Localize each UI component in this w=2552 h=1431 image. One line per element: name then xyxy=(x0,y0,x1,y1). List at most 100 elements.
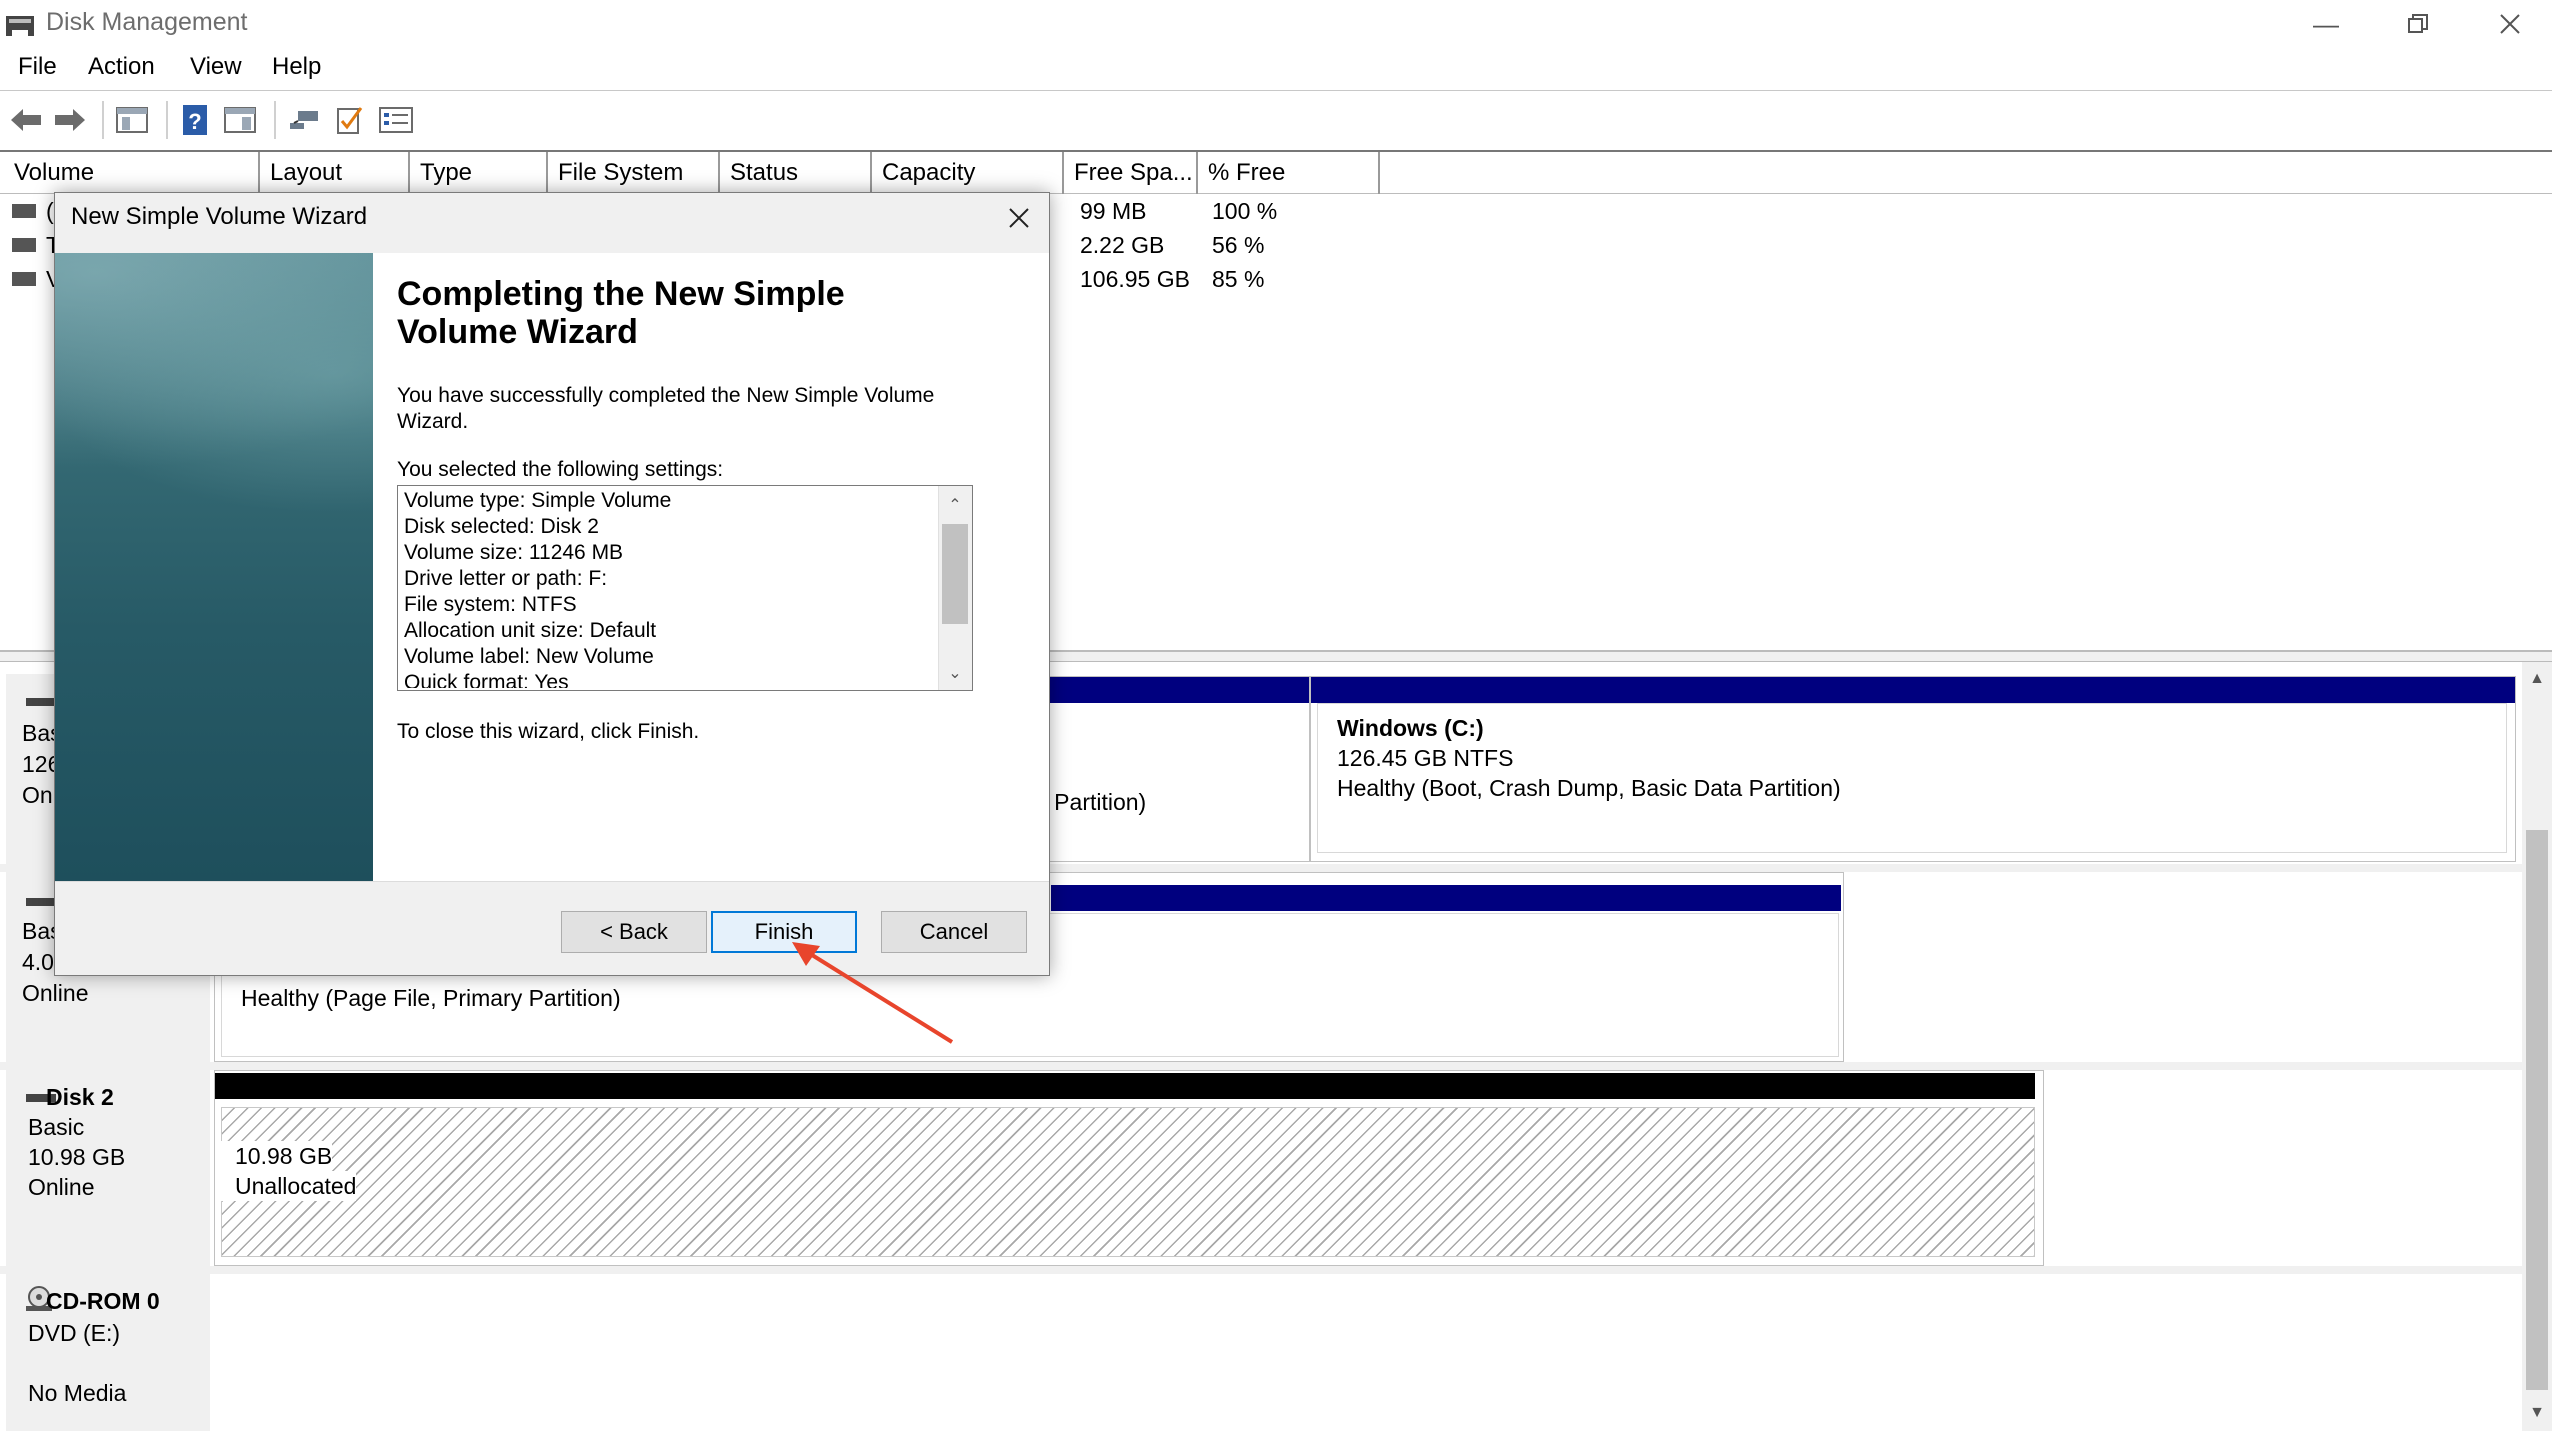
setting-line: Drive letter or path: F: xyxy=(404,567,608,590)
column-layout[interactable]: Layout xyxy=(262,152,410,194)
connect-button[interactable] xyxy=(286,102,322,138)
console-tree-icon xyxy=(116,107,148,133)
column-file-system[interactable]: File System xyxy=(550,152,720,194)
partition-status: Healthy (Boot, Crash Dump, Basic Data Pa… xyxy=(1337,775,1841,801)
settings-list: Volume type: Simple Volume Disk selected… xyxy=(404,488,934,688)
partition-bar xyxy=(1021,677,1309,703)
check-button[interactable] xyxy=(332,102,368,138)
properties-button[interactable] xyxy=(222,102,258,138)
disk-0-status: On xyxy=(22,782,53,808)
free-space: 106.95 GB xyxy=(1080,266,1190,292)
close-icon xyxy=(1009,208,1029,228)
check-icon xyxy=(337,107,363,134)
forward-arrow-icon xyxy=(55,109,85,131)
column-free-space[interactable]: Free Spa... xyxy=(1066,152,1198,194)
menu-view[interactable]: View xyxy=(180,52,252,82)
percent-free: 85 % xyxy=(1212,266,1265,292)
disk-2-type: Basic xyxy=(28,1114,85,1140)
partition-windows-c[interactable]: Windows (C:) 126.45 GB NTFS Healthy (Boo… xyxy=(1310,676,2516,862)
scroll-down-icon[interactable]: ▼ xyxy=(2522,1400,2552,1426)
cdrom-status: No Media xyxy=(28,1380,127,1406)
scroll-up-icon[interactable]: ⌃ xyxy=(938,488,972,522)
setting-line: Volume label: New Volume xyxy=(404,645,654,668)
footer-divider xyxy=(55,881,1049,882)
cdrom-drive: DVD (E:) xyxy=(28,1320,120,1346)
menu-bar: File Action View Help xyxy=(0,48,2552,90)
volume-icon xyxy=(12,238,36,252)
disk-management-icon xyxy=(6,16,34,36)
row-separator xyxy=(0,1062,2522,1070)
minimize-button[interactable]: — xyxy=(2280,0,2372,48)
setting-line: Allocation unit size: Default xyxy=(404,619,657,642)
settings-list-box[interactable]: Volume type: Simple Volume Disk selected… xyxy=(397,485,973,691)
help-icon: ? xyxy=(183,105,207,135)
disk-icon xyxy=(26,698,56,706)
menu-action[interactable]: Action xyxy=(78,52,165,82)
percent-free: 100 % xyxy=(1212,198,1278,224)
dialog-title: New Simple Volume Wizard xyxy=(71,203,368,230)
disk-2-status: Online xyxy=(28,1174,95,1200)
dialog-close-button[interactable] xyxy=(997,199,1041,237)
disk-2-name: Disk 2 xyxy=(46,1084,114,1110)
setting-line: Quick format: Yes xyxy=(404,671,569,688)
properties-icon xyxy=(224,107,256,133)
partition-size: 126.45 GB NTFS xyxy=(1337,745,1514,771)
scrollbar-thumb[interactable] xyxy=(2526,830,2548,1390)
back-arrow-icon xyxy=(11,109,41,131)
volume-list-header: Volume Layout Type File System Status Ca… xyxy=(0,152,2552,194)
column-percent-free[interactable]: % Free xyxy=(1200,152,1380,194)
close-window-button[interactable] xyxy=(2464,0,2552,48)
back-button[interactable] xyxy=(8,102,44,138)
volume-icon xyxy=(12,272,36,286)
new-simple-volume-wizard: New Simple Volume Wizard Completing the … xyxy=(54,192,1050,976)
column-status[interactable]: Status xyxy=(722,152,872,194)
close-hint: To close this wizard, click Finish. xyxy=(397,720,700,743)
cdrom-0-label[interactable]: CD-ROM 0 DVD (E:) No Media xyxy=(6,1274,210,1431)
wizard-heading: Completing the New Simple Volume Wizard xyxy=(397,275,845,351)
scroll-down-icon[interactable]: ⌄ xyxy=(938,656,972,690)
scroll-up-icon[interactable]: ▲ xyxy=(2522,666,2552,692)
settings-scrollbar-thumb[interactable] xyxy=(942,524,968,624)
disk-1-size: 4.0 xyxy=(22,949,54,975)
wizard-intro: You have successfully completed the New … xyxy=(397,384,935,433)
setting-line: Volume type: Simple Volume xyxy=(404,489,672,512)
menu-help[interactable]: Help xyxy=(262,52,331,82)
toolbar-separator xyxy=(166,101,168,139)
unallocated-size: 10.98 GB xyxy=(221,1141,333,1171)
list-icon xyxy=(379,107,413,133)
wizard-side-banner xyxy=(55,253,373,881)
disk-1-status: Online xyxy=(22,980,89,1006)
forward-button[interactable] xyxy=(52,102,88,138)
minimize-icon: — xyxy=(2313,8,2339,39)
disk-icon xyxy=(26,898,56,906)
dialog-body: Completing the New Simple Volume Wizard … xyxy=(55,253,1049,881)
menu-file[interactable]: File xyxy=(8,52,67,82)
volume-icon xyxy=(12,204,36,218)
unallocated-label: Unallocated xyxy=(221,1171,357,1201)
unallocated-bar xyxy=(215,1073,2035,1099)
connect-icon xyxy=(290,111,318,129)
disk-0-partition-hidden[interactable]: n Partition) xyxy=(1020,676,1310,862)
window-title: Disk Management xyxy=(46,8,248,36)
toolbar-separator xyxy=(102,101,104,139)
partition-name: Windows (C:) xyxy=(1337,715,1484,741)
help-button[interactable]: ? xyxy=(178,102,214,138)
show-hide-console-tree-button[interactable] xyxy=(114,102,150,138)
restore-button[interactable] xyxy=(2372,0,2464,48)
partition-bar xyxy=(1051,885,1841,911)
annotation-arrow-icon xyxy=(792,942,954,1044)
volume-name: ( xyxy=(46,198,54,224)
partition-status: Healthy (Page File, Primary Partition) xyxy=(241,985,621,1011)
column-capacity[interactable]: Capacity xyxy=(874,152,1064,194)
partition-bar xyxy=(1311,677,2515,703)
toolbar: ? xyxy=(0,90,2552,150)
free-space: 2.22 GB xyxy=(1080,232,1165,258)
title-bar: Disk Management — xyxy=(0,0,2552,48)
disk-2-label[interactable]: Disk 2 Basic 10.98 GB Online xyxy=(6,1070,210,1266)
column-volume[interactable]: Volume xyxy=(6,152,260,194)
list-view-button[interactable] xyxy=(378,102,414,138)
back-button[interactable]: < Back xyxy=(561,911,707,953)
disk-2-unallocated[interactable]: 10.98 GB Unallocated xyxy=(214,1070,2044,1266)
setting-line: File system: NTFS xyxy=(404,593,577,616)
column-type[interactable]: Type xyxy=(412,152,548,194)
